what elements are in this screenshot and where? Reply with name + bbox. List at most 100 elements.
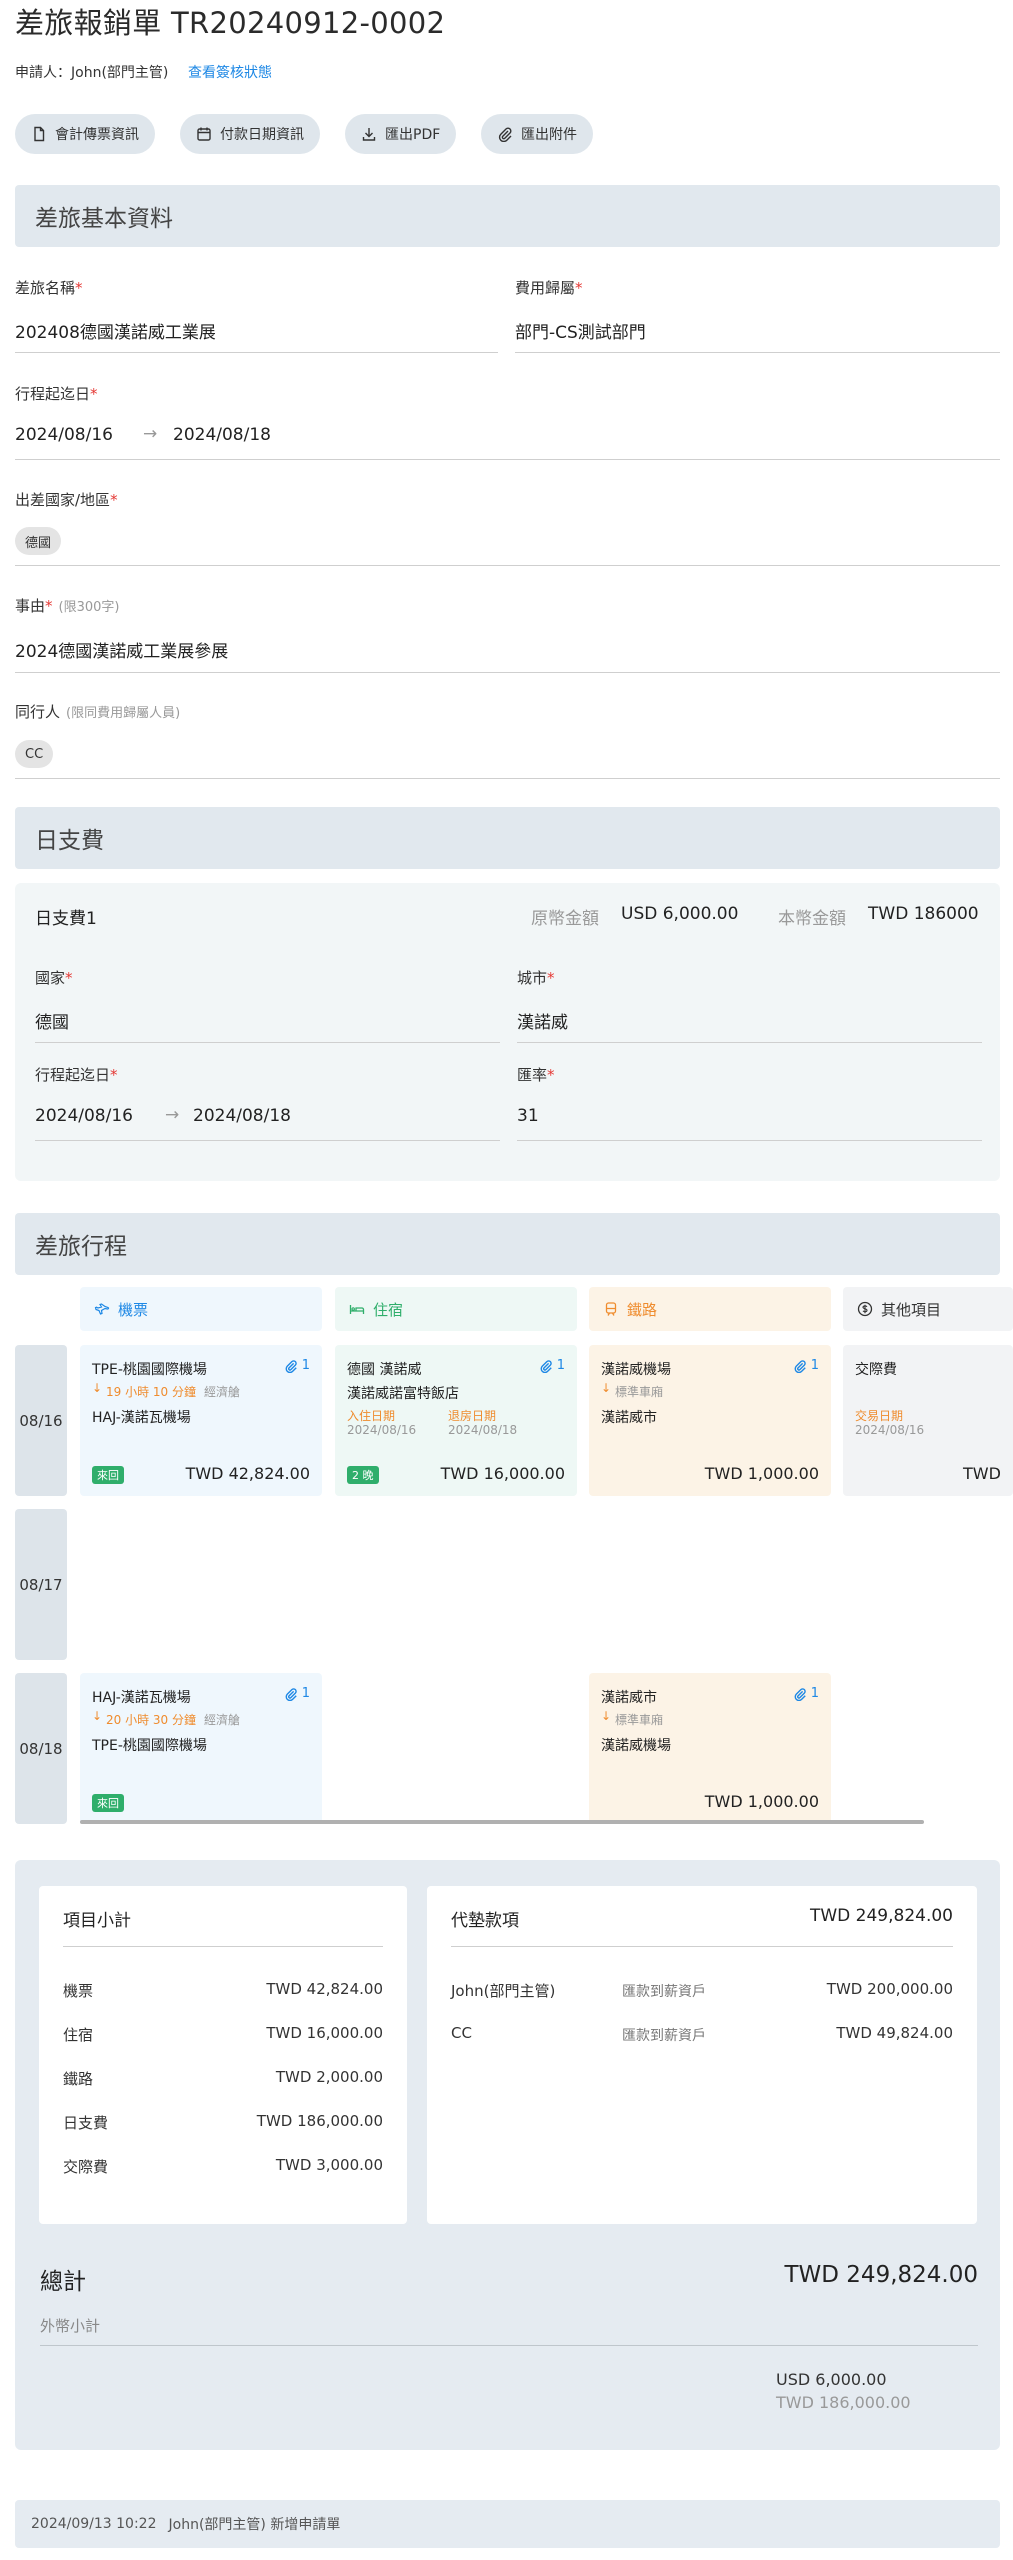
- other-expense-card[interactable]: 交際費 交易日期 2024/08/16 TWD: [843, 1345, 1013, 1496]
- flight-from: TPE-桃園國際機場: [92, 1362, 207, 1378]
- rail-class: 標準車廂: [615, 1713, 664, 1727]
- itinerary-date-0817: 08/17: [15, 1509, 67, 1660]
- grand-total-label: 總計: [40, 2269, 86, 2295]
- rail-card-return[interactable]: 漢諾威市 1 ↓ 標準車廂 漢諾威機場 TWD 1,000.00: [589, 1673, 831, 1824]
- payment-date-button[interactable]: 付款日期資訊: [180, 114, 320, 154]
- attachment-count: 1: [810, 1358, 819, 1373]
- payee-amount: TWD 200,000.00: [826, 1980, 953, 1998]
- companion-hint: (限同費用歸屬人員): [66, 706, 181, 721]
- transaction-date: 2024/08/16: [855, 1423, 925, 1437]
- divider: [63, 1946, 383, 1947]
- subtotal-panel: 項目小計 機票 TWD 42,824.00 住宿 TWD 16,000.00 鐵路 TWD…: [39, 1886, 407, 2224]
- companion-label: 同行人 (限同費用歸屬人員): [15, 701, 180, 722]
- daily-dates-label: 行程起迄日*: [35, 1064, 118, 1085]
- column-flight-label: 機票: [118, 1300, 149, 1319]
- foreign-subtotal-usd: USD 6,000.00: [776, 2370, 887, 2389]
- subtotal-value: TWD 16,000.00: [266, 2024, 383, 2042]
- advance-payment-total: TWD 249,824.00: [809, 1906, 953, 1926]
- itinerary-date-0816: 08/16: [15, 1345, 67, 1496]
- itinerary-horizontal-scrollbar[interactable]: [80, 1820, 924, 1824]
- down-arrow-icon: ↓: [92, 1381, 103, 1395]
- attachment-count: 1: [301, 1358, 310, 1373]
- field-underline: [15, 778, 1000, 779]
- local-amount-value: TWD 186000: [868, 904, 979, 924]
- daily-allowance-title: 日支費1: [35, 909, 97, 929]
- subtotal-value: TWD 2,000.00: [275, 2068, 383, 2086]
- divider: [451, 1946, 953, 1947]
- rail-card-outbound[interactable]: 漢諾威機場 1 ↓ 標準車廂 漢諾威市 TWD 1,000.00: [589, 1345, 831, 1496]
- country-label: 出差國家/地區*: [15, 489, 118, 510]
- arrow-right-icon: →: [143, 424, 158, 444]
- foreign-subtotal-label: 外幣小計: [40, 2317, 101, 2335]
- local-amount-label: 本幣金額: [778, 909, 846, 929]
- hotel-card[interactable]: 德國 漢諾威 1 漢諾威諾富特飯店 入住日期 2024/08/16 退房日期 2…: [335, 1345, 577, 1496]
- checkout-date: 2024/08/18: [448, 1423, 518, 1437]
- exchange-rate-field[interactable]: 31: [517, 1106, 539, 1126]
- expense-report-page: 差旅報銷單 TR20240912-0002 申請人：John(部門主管) 查看簽…: [0, 0, 1013, 2560]
- flight-cabin: 經濟艙: [204, 1385, 241, 1399]
- applicant-label: 申請人：John(部門主管): [15, 65, 169, 81]
- required-mark: *: [75, 279, 83, 297]
- trip-dates-label-text: 行程起迄日: [15, 385, 91, 403]
- field-underline: [15, 565, 1000, 566]
- companion-chip[interactable]: CC: [15, 740, 54, 768]
- paperclip-icon: [794, 1359, 806, 1373]
- trip-start-date-field[interactable]: 2024/08/16: [15, 425, 113, 445]
- attachment-indicator[interactable]: 1: [539, 1358, 565, 1373]
- activity-log: 2024/09/13 10:22 John(部門主管) 新增申請單: [15, 2500, 1000, 2548]
- field-underline: [15, 459, 1000, 460]
- flight-card-outbound[interactable]: TPE-桃園國際機場 1 ↓ 19 小時 10 分鐘 經濟艙 HAJ-漢諾瓦機場…: [80, 1345, 322, 1496]
- daily-city-label: 城市*: [517, 967, 555, 988]
- grand-total-value: TWD 249,824.00: [784, 2262, 978, 2288]
- dollar-circle-icon: [857, 1301, 873, 1317]
- accounting-voucher-button[interactable]: 會計傳票資訊: [15, 114, 155, 154]
- export-attachments-button[interactable]: 匯出附件: [481, 114, 593, 154]
- reason-field[interactable]: 2024德國漢諾威工業展參展: [15, 637, 228, 662]
- required-mark: *: [575, 279, 583, 297]
- payment-method: 匯款到薪資戶: [622, 2028, 706, 2044]
- exchange-rate-label-text: 匯率: [517, 1066, 548, 1084]
- paperclip-icon: [498, 127, 512, 142]
- attachment-indicator[interactable]: 1: [793, 1686, 819, 1701]
- daily-end-date-field[interactable]: 2024/08/18: [193, 1106, 291, 1126]
- advance-payment-panel: 代墊款項 TWD 249,824.00 John(部門主管) 匯款到薪資戶 TWD …: [427, 1886, 977, 2224]
- paperclip-icon: [285, 1687, 297, 1701]
- trip-name-label: 差旅名稱*: [15, 277, 83, 298]
- subtotal-value: TWD 3,000.00: [275, 2156, 383, 2174]
- daily-city-field[interactable]: 漢諾威: [517, 1008, 568, 1033]
- attachment-count: 1: [810, 1686, 819, 1701]
- trip-name-label-text: 差旅名稱: [15, 279, 76, 297]
- cost-owner-field[interactable]: 部門-CS測試部門: [515, 318, 646, 343]
- attachment-indicator[interactable]: 1: [284, 1358, 310, 1373]
- document-icon: [34, 126, 45, 142]
- calendar-icon: [197, 127, 211, 141]
- flight-card-return[interactable]: HAJ-漢諾瓦機場 1 ↓ 20 小時 30 分鐘 經濟艙 TPE-桃園國際機場…: [80, 1673, 322, 1824]
- view-approval-status-link[interactable]: 查看簽核狀態: [188, 62, 272, 82]
- attachment-indicator[interactable]: 1: [793, 1358, 819, 1373]
- attachment-indicator[interactable]: 1: [284, 1686, 310, 1701]
- subtotal-value: TWD 186,000.00: [256, 2112, 383, 2130]
- export-pdf-button[interactable]: 匯出PDF: [345, 114, 457, 154]
- subtotal-title: 項目小計: [63, 1911, 131, 1931]
- log-timestamp: 2024/09/13 10:22: [31, 2516, 157, 2532]
- trip-end-date-field[interactable]: 2024/08/18: [173, 425, 271, 445]
- rail-to: 漢諾威市: [601, 1410, 657, 1426]
- checkout-label: 退房日期: [448, 1409, 497, 1423]
- flight-from: HAJ-漢諾瓦機場: [92, 1690, 191, 1706]
- export-pdf-label: 匯出PDF: [385, 127, 441, 143]
- rail-class: 標準車廂: [615, 1385, 664, 1399]
- column-flight: 機票: [80, 1287, 322, 1331]
- field-underline: [15, 352, 498, 353]
- paperclip-icon: [285, 1359, 297, 1373]
- daily-start-date-field[interactable]: 2024/08/16: [35, 1106, 133, 1126]
- subtotal-label: 鐵路: [63, 2070, 94, 2088]
- trip-name-field[interactable]: 202408德國漢諾威工業展: [15, 318, 216, 343]
- flight-to: TPE-桃園國際機場: [92, 1738, 207, 1754]
- section-daily-allowance: 日支費: [15, 807, 1000, 869]
- download-icon: [362, 128, 376, 141]
- column-hotel: 住宿: [335, 1287, 577, 1331]
- country-chip[interactable]: 德國: [15, 527, 62, 555]
- country-label-text: 出差國家/地區: [15, 491, 111, 509]
- daily-country-field[interactable]: 德國: [35, 1008, 69, 1033]
- payment-method: 匯款到薪資戶: [622, 1984, 706, 2000]
